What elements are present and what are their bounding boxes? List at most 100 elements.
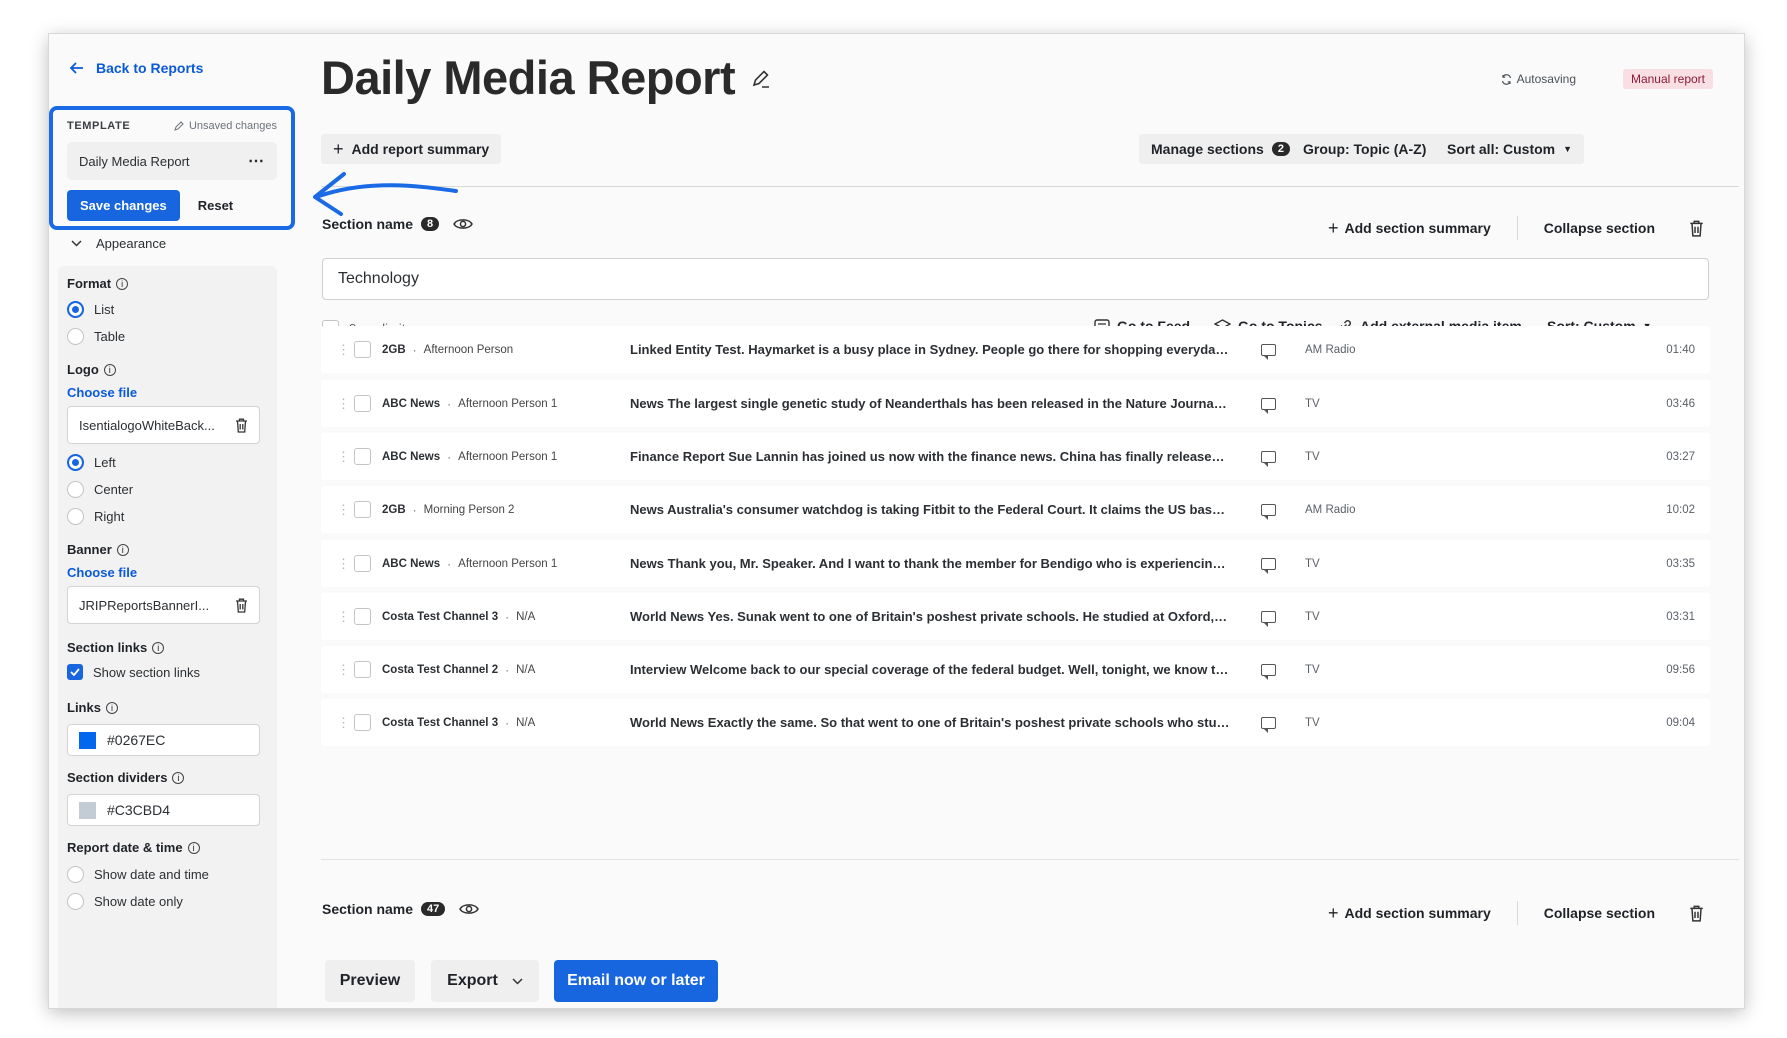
collapse-section-button[interactable]: Collapse section — [1544, 905, 1655, 921]
media-item-checkbox[interactable] — [354, 501, 371, 518]
checkbox-checked[interactable] — [67, 664, 83, 680]
drag-handle-icon[interactable]: ⋮⋮ — [337, 450, 362, 463]
trash-icon[interactable] — [1689, 220, 1704, 237]
trash-icon[interactable] — [1689, 905, 1704, 922]
logo-file-field[interactable]: IsentialogoWhiteBack... — [67, 406, 260, 444]
email-now-or-later-button[interactable]: Email now or later — [554, 960, 718, 1002]
comment-icon[interactable] — [1261, 450, 1276, 467]
source-name: 2GB — [382, 503, 406, 516]
info-icon[interactable]: i — [152, 641, 165, 654]
reset-button[interactable]: Reset — [198, 198, 233, 213]
add-report-summary-button[interactable]: + Add report summary — [321, 134, 502, 164]
section-name-input[interactable]: Technology — [322, 258, 1709, 300]
appearance-toggle[interactable]: Appearance — [71, 236, 166, 251]
info-icon[interactable]: i — [187, 841, 200, 854]
format-option-list[interactable]: List — [67, 301, 114, 318]
color-swatch[interactable] — [79, 801, 96, 819]
info-icon[interactable]: i — [116, 543, 129, 556]
drag-handle-icon[interactable]: ⋮⋮ — [337, 503, 362, 516]
show-section-links-checkbox[interactable]: Show section links — [67, 664, 200, 680]
info-icon[interactable]: i — [172, 771, 185, 784]
person-name: Afternoon Person 1 — [458, 557, 558, 570]
media-item-checkbox[interactable] — [354, 395, 371, 412]
comment-icon[interactable] — [1261, 503, 1276, 520]
logo-align-left[interactable]: Left — [67, 454, 116, 471]
media-item-row[interactable]: ⋮⋮ Costa Test Channel 2 · N/A Interview Welc… — [321, 646, 1710, 693]
export-button[interactable]: Export — [431, 960, 539, 1002]
media-item-headline[interactable]: News The largest single genetic study of… — [630, 396, 1230, 411]
back-to-reports-link[interactable]: Back to Reports — [70, 60, 203, 76]
section-dividers-color-field[interactable]: #C3CBD4 — [67, 794, 260, 826]
radio-selected[interactable] — [67, 454, 84, 471]
info-icon[interactable]: i — [103, 363, 116, 376]
radio[interactable] — [67, 328, 84, 345]
media-item-row[interactable]: ⋮⋮ ABC News · Afternoon Person 1 Finance Rep… — [321, 433, 1710, 480]
comment-icon[interactable] — [1261, 716, 1276, 733]
radio[interactable] — [67, 508, 84, 525]
links-color-value: #0267EC — [107, 732, 166, 748]
drag-handle-icon[interactable]: ⋮⋮ — [337, 663, 362, 676]
comment-icon[interactable] — [1261, 610, 1276, 627]
media-item-checkbox[interactable] — [354, 714, 371, 731]
comment-icon[interactable] — [1261, 397, 1276, 414]
media-item-headline[interactable]: News Thank you, Mr. Speaker. And I want … — [630, 556, 1230, 571]
media-item-row[interactable]: ⋮⋮ Costa Test Channel 3 · N/A World News Yes… — [321, 593, 1710, 640]
edit-pencil-icon[interactable] — [751, 68, 771, 88]
drag-handle-icon[interactable]: ⋮⋮ — [337, 610, 362, 623]
eye-icon[interactable] — [459, 902, 480, 916]
eye-icon[interactable] — [453, 217, 474, 231]
color-swatch[interactable] — [79, 731, 96, 749]
radio[interactable] — [67, 866, 84, 883]
template-select[interactable]: Daily Media Report ⋯ — [67, 142, 277, 180]
radio[interactable] — [67, 893, 84, 910]
collapse-section-button[interactable]: Collapse section — [1544, 220, 1655, 236]
media-item-checkbox[interactable] — [354, 555, 371, 572]
media-item-row[interactable]: ⋮⋮ 2GB · Afternoon Person Linked Entity Test… — [321, 326, 1710, 373]
media-item-row[interactable]: ⋮⋮ ABC News · Afternoon Person 1 News Thank … — [321, 540, 1710, 587]
info-icon[interactable]: i — [105, 701, 118, 714]
logo-align-center[interactable]: Center — [67, 481, 133, 498]
preview-button[interactable]: Preview — [325, 960, 415, 1002]
drag-handle-icon[interactable]: ⋮⋮ — [337, 716, 362, 729]
drag-handle-icon[interactable]: ⋮⋮ — [337, 343, 362, 356]
save-changes-button[interactable]: Save changes — [67, 190, 180, 221]
format-option-table[interactable]: Table — [67, 328, 125, 345]
trash-icon[interactable] — [235, 418, 248, 433]
media-item-headline[interactable]: World News Yes. Sunak went to one of Bri… — [630, 609, 1230, 624]
media-item-row[interactable]: ⋮⋮ 2GB · Morning Person 2 News Australia's c… — [321, 486, 1710, 533]
media-item-headline[interactable]: Finance Report Sue Lannin has joined us … — [630, 449, 1230, 464]
comment-icon[interactable] — [1261, 557, 1276, 574]
info-icon[interactable]: i — [116, 277, 129, 290]
more-options-icon[interactable]: ⋯ — [248, 151, 265, 171]
media-item-checkbox[interactable] — [354, 608, 371, 625]
banner-choose-file-link[interactable]: Choose file — [67, 565, 137, 580]
add-section-summary-button[interactable]: + Add section summary — [1328, 218, 1491, 239]
comment-icon[interactable] — [1261, 663, 1276, 680]
links-color-field[interactable]: #0267EC — [67, 724, 260, 756]
sort-all-dropdown[interactable]: Sort all: Custom ▼ — [1435, 134, 1585, 164]
radio-selected[interactable] — [67, 301, 84, 318]
logo-choose-file-link[interactable]: Choose file — [67, 385, 137, 400]
drag-handle-icon[interactable]: ⋮⋮ — [337, 557, 362, 570]
show-date-only-option[interactable]: Show date only — [67, 893, 183, 910]
media-item-headline[interactable]: World News Exactly the same. So that wen… — [630, 715, 1230, 730]
show-date-and-time-option[interactable]: Show date and time — [67, 866, 209, 883]
comment-icon[interactable] — [1261, 343, 1276, 360]
media-item-headline[interactable]: News Australia's consumer watchdog is ta… — [630, 502, 1230, 517]
media-item-checkbox[interactable] — [354, 448, 371, 465]
media-item-checkbox[interactable] — [354, 661, 371, 678]
add-section-summary-button[interactable]: + Add section summary — [1328, 903, 1491, 924]
media-item-row[interactable]: ⋮⋮ ABC News · Afternoon Person 1 News The la… — [321, 380, 1710, 427]
media-item-row[interactable]: ⋮⋮ Costa Test Channel 3 · N/A World News Exa… — [321, 699, 1710, 746]
section-dividers-label: Section dividers i — [67, 770, 185, 785]
media-item-headline[interactable]: Linked Entity Test. Haymarket is a busy … — [630, 342, 1230, 357]
trash-icon[interactable] — [235, 598, 248, 613]
banner-file-field[interactable]: JRIPReportsBannerI... — [67, 586, 260, 624]
group-dropdown[interactable]: Group: Topic (A-Z)▼ — [1291, 134, 1456, 164]
drag-handle-icon[interactable]: ⋮⋮ — [337, 397, 362, 410]
logo-align-right[interactable]: Right — [67, 508, 124, 525]
media-item-headline[interactable]: Interview Welcome back to our special co… — [630, 662, 1230, 677]
manage-sections-button[interactable]: Manage sections 2 — [1139, 134, 1302, 164]
radio[interactable] — [67, 481, 84, 498]
media-item-checkbox[interactable] — [354, 341, 371, 358]
